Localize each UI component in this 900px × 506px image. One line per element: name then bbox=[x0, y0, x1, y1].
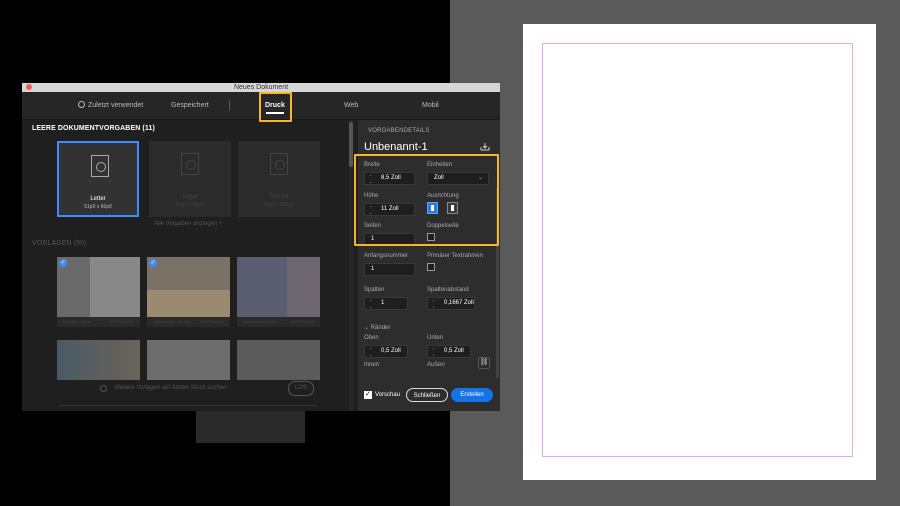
template-tag: KOSTENLOS bbox=[289, 319, 314, 324]
preview-label: Vorschau bbox=[375, 392, 401, 398]
gutter-label: Spaltenabstand bbox=[427, 287, 469, 293]
title-bar: Neues Dokument bbox=[22, 83, 500, 92]
stepper-icon[interactable]: ⌃ ⌄ bbox=[432, 347, 435, 357]
template-thumbnail bbox=[237, 257, 320, 317]
margin-guide bbox=[542, 43, 853, 457]
preset-legal[interactable]: Legal 51p0 x 84p0 bbox=[149, 141, 231, 217]
tab-label: Gespeichert bbox=[171, 102, 209, 109]
go-button[interactable]: LOS bbox=[288, 381, 314, 396]
top-margin-value: 0,5 Zoll bbox=[381, 348, 401, 354]
dialog-footer: Vorschau Schließen Erstellen bbox=[358, 382, 500, 411]
gutter-input[interactable]: ⌃ ⌄ 0,1667 Zoll bbox=[427, 297, 475, 310]
dialog-title: Neues Dokument bbox=[233, 84, 289, 91]
document-icon bbox=[270, 153, 288, 175]
stepper-icon[interactable]: ⌃ ⌄ bbox=[432, 299, 435, 309]
new-document-dialog: Neues Dokument Zuletzt verwendet Gespeic… bbox=[22, 83, 500, 411]
start-number-input[interactable]: 1 bbox=[364, 263, 415, 276]
presets-pane: LEERE DOKUMENTVORGABEN (11) Letter 51p0 … bbox=[22, 120, 354, 411]
stepper-icon[interactable]: ⌃ ⌄ bbox=[369, 347, 372, 357]
template-name: Echtzeit-Layout bbox=[63, 319, 91, 324]
background-panel bbox=[196, 411, 305, 443]
preset-size: 51p0 x 84p0 bbox=[176, 202, 204, 208]
columns-label: Spalten bbox=[364, 287, 385, 293]
tab-separator bbox=[229, 100, 230, 111]
preset-name: Legal bbox=[182, 194, 198, 200]
gutter-value: 0,1667 Zoll bbox=[444, 300, 474, 306]
preset-size: 51p0 x 66p0 bbox=[84, 204, 112, 210]
tab-highlight-box bbox=[259, 92, 292, 122]
checkmark-icon: ✓ bbox=[149, 259, 157, 267]
preset-tabloid[interactable]: Tabloid 66p0 x 102p0 bbox=[238, 141, 320, 217]
tab-label: Zuletzt verwendet bbox=[88, 102, 144, 109]
tab-label: Web bbox=[344, 102, 359, 109]
save-preset-icon[interactable] bbox=[480, 143, 490, 151]
checkmark-icon: ✓ bbox=[59, 259, 67, 267]
template-card[interactable]: Verkaufsbroschüren KOSTENLOS bbox=[237, 257, 320, 327]
primary-text-frame-label: Primärer Textrahmen bbox=[427, 253, 483, 259]
templates-heading: VORLAGEN (50) bbox=[32, 240, 87, 247]
preset-size: 66p0 x 102p0 bbox=[263, 202, 295, 208]
margins-toggle[interactable]: ⌄ Ränder bbox=[364, 324, 390, 331]
template-card[interactable]: ✓ Arbeitsbogen Vorlage KOSTENLOS bbox=[147, 257, 230, 327]
tab-web[interactable]: Web bbox=[344, 92, 358, 119]
document-preview bbox=[523, 24, 876, 480]
tab-recent[interactable]: Zuletzt verwendet bbox=[78, 92, 143, 119]
scrollbar-thumb[interactable] bbox=[349, 122, 353, 167]
template-thumbnail bbox=[147, 257, 230, 317]
document-name-field[interactable]: Unbenannt-1 bbox=[364, 141, 428, 153]
presets-heading: LEERE DOKUMENTVORGABEN (11) bbox=[32, 125, 155, 132]
search-icon bbox=[100, 385, 107, 392]
template-thumbnail bbox=[237, 340, 320, 380]
preset-name: Letter bbox=[90, 196, 106, 202]
template-thumbnail bbox=[57, 257, 140, 317]
tab-saved[interactable]: Gespeichert bbox=[171, 92, 209, 119]
stock-search[interactable]: Weitere Vorlagen auf Adobe Stock suchen … bbox=[58, 380, 316, 398]
template-card[interactable] bbox=[57, 340, 140, 380]
link-margins-icon[interactable]: ⛓ bbox=[478, 357, 490, 369]
template-tag: KOSTENLOS bbox=[109, 319, 134, 324]
template-name: Arbeitsbogen Vorlage bbox=[153, 319, 192, 324]
bottom-margin-input[interactable]: ⌃ ⌄ 0,5 Zoll bbox=[427, 345, 471, 358]
tab-mobile[interactable]: Mobil bbox=[422, 92, 439, 119]
divider bbox=[58, 405, 318, 406]
bottom-margin-label: Unten bbox=[427, 335, 444, 341]
primary-text-frame-checkbox[interactable] bbox=[427, 263, 435, 271]
preview-checkbox[interactable] bbox=[364, 390, 372, 399]
stepper-icon[interactable]: ⌃ ⌄ bbox=[369, 299, 372, 309]
columns-input[interactable]: ⌃ ⌄ 1 bbox=[364, 297, 408, 310]
columns-value: 1 bbox=[381, 300, 385, 306]
outside-margin-label: Außen bbox=[427, 362, 445, 368]
template-name: Verkaufsbroschüren bbox=[243, 319, 279, 324]
create-button[interactable]: Erstellen bbox=[451, 388, 493, 402]
details-header: VORGABENDETAILS bbox=[368, 128, 430, 134]
template-card[interactable] bbox=[237, 340, 320, 380]
template-tag: KOSTENLOS bbox=[199, 319, 224, 324]
bottom-margin-value: 0,5 Zoll bbox=[444, 348, 464, 354]
close-window-button[interactable] bbox=[26, 84, 32, 90]
top-margin-label: Oben bbox=[364, 335, 379, 341]
template-card[interactable] bbox=[147, 340, 230, 380]
document-icon bbox=[91, 155, 109, 177]
clock-icon bbox=[78, 101, 85, 108]
presets-scrollbar[interactable] bbox=[349, 120, 353, 411]
start-number-label: Anfangsnummer bbox=[364, 253, 409, 259]
template-thumbnail bbox=[147, 340, 230, 380]
margins-label: Ränder bbox=[370, 325, 391, 331]
document-icon bbox=[181, 153, 199, 175]
preset-name: Tabloid bbox=[269, 194, 289, 200]
preset-letter[interactable]: Letter 51p0 x 66p0 bbox=[57, 141, 139, 217]
top-margin-input[interactable]: ⌃ ⌄ 0,5 Zoll bbox=[364, 345, 408, 358]
search-placeholder: Weitere Vorlagen auf Adobe Stock suchen bbox=[114, 385, 227, 391]
template-thumbnail bbox=[57, 340, 140, 380]
template-card[interactable]: ✓ Echtzeit-Layout KOSTENLOS bbox=[57, 257, 140, 327]
properties-highlight-box bbox=[354, 154, 499, 246]
show-all-presets-link[interactable]: Alle Vorgaben anzeigen + bbox=[154, 221, 223, 227]
close-button[interactable]: Schließen bbox=[406, 388, 448, 402]
inside-margin-label: Innen bbox=[364, 362, 380, 368]
tab-label: Mobil bbox=[422, 102, 439, 109]
